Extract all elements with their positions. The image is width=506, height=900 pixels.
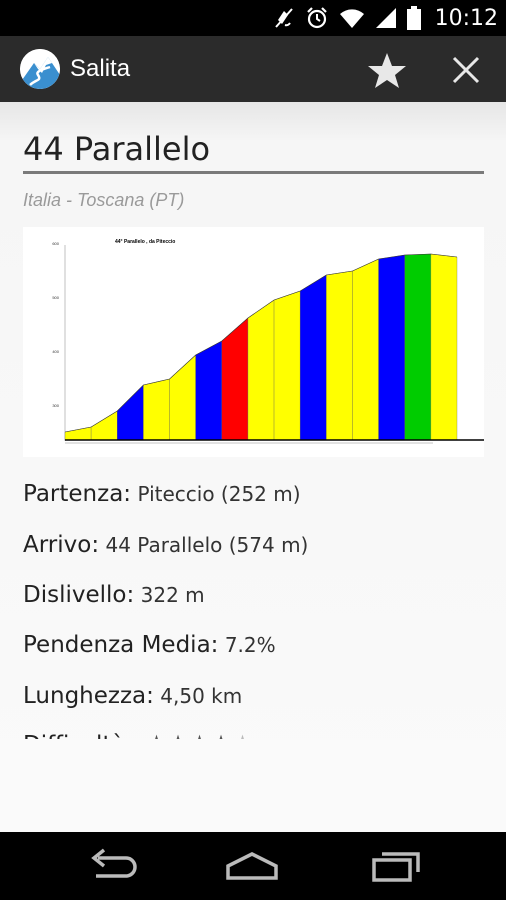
end-row: Arrivo: 44 Parallelo (574 m) — [23, 531, 308, 558]
signal-icon — [375, 8, 396, 28]
mute-icon — [274, 8, 293, 28]
profile-segment — [378, 254, 405, 441]
gradient-row: Pendenza Media: 7.2% — [23, 631, 276, 658]
y-tick-label: 400 — [52, 349, 59, 354]
gain-label: Dislivello: — [23, 582, 135, 608]
climb-name: 44 Parallelo — [23, 130, 211, 168]
profile-segment — [169, 354, 196, 441]
profile-segment — [300, 274, 327, 441]
climb-location: Italia - Toscana (PT) — [23, 190, 185, 210]
recents-icon — [372, 852, 420, 882]
action-bar: Salita — [0, 36, 506, 102]
y-tick-label: 300 — [52, 403, 59, 408]
end-label: Arrivo: — [23, 532, 100, 558]
elevation-profile[interactable]: 44° Parallelo , da Piteccio 600 500 400 300 — [23, 227, 484, 457]
profile-segment — [326, 270, 353, 441]
profile-segment — [117, 384, 144, 441]
y-tick-label: 600 — [52, 241, 59, 246]
scroll-cutoff — [0, 739, 506, 832]
close-button[interactable] — [446, 50, 486, 90]
profile-segment — [404, 253, 432, 441]
profile-segment — [221, 317, 249, 441]
back-icon — [91, 848, 137, 878]
alarm-icon — [306, 7, 327, 29]
profile-title: 44° Parallelo , da Piteccio — [115, 239, 175, 245]
length-value: 4,50 km — [160, 684, 243, 708]
elevation-profile-graphic: 44° Parallelo , da Piteccio 600 500 400 300 — [52, 239, 484, 444]
status-icons: 10:12 — [273, 0, 498, 36]
profile-segment — [64, 426, 92, 441]
back-button[interactable] — [82, 846, 142, 886]
battery-icon — [406, 6, 421, 30]
length-row: Lunghezza: 4,50 km — [23, 682, 242, 709]
y-tick-label: 500 — [52, 295, 59, 300]
profile-segment — [352, 258, 379, 441]
close-icon — [452, 56, 480, 84]
divider — [23, 171, 484, 174]
profile-segment — [247, 299, 275, 441]
star-icon — [368, 53, 406, 88]
app-logo[interactable] — [20, 49, 60, 89]
profile-segment — [143, 378, 170, 441]
start-row: Partenza: Piteccio (252 m) — [23, 480, 301, 507]
gain-row: Dislivello: 322 m — [23, 581, 205, 608]
app-title: Salita — [70, 55, 131, 82]
recents-button[interactable] — [366, 846, 426, 886]
end-value: 44 Parallelo (574 m) — [105, 533, 309, 557]
mountain-logo-icon — [20, 49, 60, 89]
start-label: Partenza: — [23, 481, 132, 507]
status-bar: 10:12 — [0, 0, 506, 36]
profile-segment — [90, 410, 118, 441]
profile-segment — [195, 340, 222, 441]
profile-segment — [273, 290, 301, 441]
gradient-value: 7.2% — [224, 633, 276, 657]
home-icon — [226, 852, 278, 880]
climb-detail: 44 Parallelo Italia - Toscana (PT) 44° P… — [0, 102, 506, 832]
navigation-bar — [0, 832, 506, 900]
profile-segment — [430, 253, 458, 441]
status-time: 10:12 — [434, 5, 498, 31]
gain-value: 322 m — [140, 583, 205, 607]
home-button[interactable] — [222, 846, 282, 886]
favorite-button[interactable] — [364, 50, 410, 90]
wifi-icon — [339, 9, 364, 28]
start-value: Piteccio (252 m) — [137, 482, 301, 506]
length-label: Lunghezza: — [23, 683, 154, 709]
gradient-label: Pendenza Media: — [23, 632, 219, 658]
